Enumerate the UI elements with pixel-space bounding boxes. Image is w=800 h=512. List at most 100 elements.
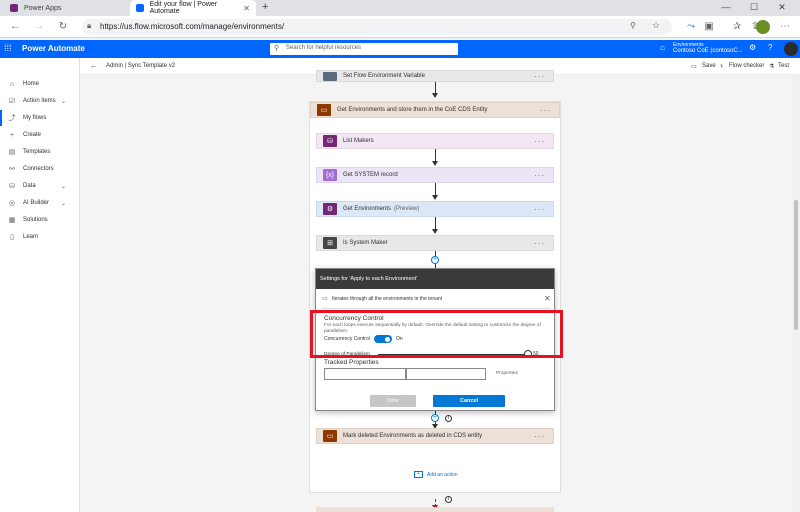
power-apps-favicon-icon xyxy=(10,4,18,12)
variable-braces-icon: {x} xyxy=(323,169,337,181)
database-icon: ⛁ xyxy=(323,135,337,147)
connector-line xyxy=(435,82,436,93)
nav-item-data[interactable]: ⛁ Data ⌄ xyxy=(0,178,80,194)
nav-item-label: Action items xyxy=(23,98,56,104)
nav-item-label: My flows xyxy=(23,115,47,121)
more-options-icon[interactable]: ··· xyxy=(534,171,545,180)
minimize-button[interactable]: — xyxy=(716,2,736,12)
nav-item-label: Learn xyxy=(23,234,39,240)
add-action-button[interactable]: + Add an action xyxy=(414,471,458,478)
nav-item-ai-builder[interactable]: ◎ AI Builder ⌄ xyxy=(0,195,80,211)
nav-item-action-items[interactable]: ☑ Action items ⌄ xyxy=(0,93,80,109)
nav-item-connectors[interactable]: ⚯ Connectors xyxy=(0,161,80,177)
done-button[interactable]: Done xyxy=(370,395,416,407)
info-icon[interactable]: i xyxy=(445,415,452,422)
more-menu-icon[interactable]: ⋯ xyxy=(778,20,792,34)
more-options-icon[interactable]: ··· xyxy=(540,106,551,115)
more-options-icon[interactable]: ··· xyxy=(534,205,545,214)
url-text: https://us.flow.microsoft.com/manage/env… xyxy=(100,22,285,31)
connector-arrow-icon xyxy=(432,229,438,234)
variable-icon xyxy=(323,71,337,81)
step-title: Mark deleted Environments as deleted in … xyxy=(343,433,483,439)
search-input[interactable]: ⚲ Search for helpful resources xyxy=(270,43,458,55)
nav-item-label: Home xyxy=(23,81,40,87)
home-icon: ⌂ xyxy=(9,80,15,88)
connector-arrow-icon xyxy=(432,93,438,98)
nav-item-solutions[interactable]: ▦ Solutions xyxy=(0,212,80,228)
step-card-mark-deleted[interactable]: ▭ Mark deleted Environments as deleted i… xyxy=(316,428,554,444)
environment-picker[interactable]: Contoso CoE (contosoC... xyxy=(673,48,743,54)
settings-title: Settings for 'Apply to each Environment' xyxy=(316,269,554,289)
browser-tab-power-apps[interactable]: Power Apps xyxy=(4,0,124,16)
nav-item-my-flows[interactable]: ⤴ My flows xyxy=(0,110,80,126)
collections-icon[interactable]: ▣ xyxy=(702,20,716,34)
close-window-button[interactable]: ✕ xyxy=(772,2,792,13)
scope-header[interactable]: ▭ Get Environments and store them in the… xyxy=(310,102,560,118)
tab-title: Power Apps xyxy=(24,4,62,12)
add-action-icon: + xyxy=(414,471,423,478)
more-options-icon[interactable]: ··· xyxy=(534,432,545,441)
settings-gear-icon[interactable]: ⚙ xyxy=(749,43,756,52)
back-arrow-icon[interactable]: ← xyxy=(8,20,22,34)
nav-item-label: Templates xyxy=(23,149,51,155)
flow-checker-button[interactable]: Flow checker xyxy=(729,63,764,69)
back-arrow-icon[interactable]: ← xyxy=(90,61,98,70)
more-options-icon[interactable]: ··· xyxy=(534,137,545,146)
nav-item-label: Create xyxy=(23,132,42,138)
extension-icon[interactable]: ⤳ xyxy=(684,20,698,34)
template-icon: ▤ xyxy=(8,149,16,156)
browser-tab-power-automate[interactable]: Edit your flow | Power Automate ✕ xyxy=(130,0,256,16)
step-card-get-system-record[interactable]: {x} Get SYSTEM record ··· xyxy=(316,167,554,183)
profile-avatar[interactable] xyxy=(756,20,770,34)
step-title: Get Environments xyxy=(343,206,392,212)
step-card-set-variable[interactable]: Set Flow Environment Variable ··· xyxy=(316,70,554,82)
plus-icon: + xyxy=(9,131,15,139)
nav-item-templates[interactable]: ▤ Templates xyxy=(0,144,80,160)
help-icon[interactable]: ? xyxy=(768,43,772,52)
tracked-properties-title: Tracked Properties xyxy=(324,359,379,366)
scope-title: Get Environments and store them in the C… xyxy=(337,107,488,113)
browser-tab-strip: Power Apps Edit your flow | Power Automa… xyxy=(0,0,800,16)
address-bar[interactable]: 🔒︎ https://us.flow.microsoft.com/manage/… xyxy=(82,19,672,35)
favorites-icon[interactable]: ✰ xyxy=(730,20,744,34)
scrollbar-thumb[interactable] xyxy=(794,200,798,330)
solutions-icon: ▦ xyxy=(8,217,16,224)
cancel-button[interactable]: Cancel xyxy=(433,395,505,407)
step-card-is-system-maker[interactable]: ⊞ Is System Maker ··· xyxy=(316,235,554,251)
close-tab-icon[interactable]: ✕ xyxy=(243,4,250,13)
nav-item-home[interactable]: ⌂ Home xyxy=(0,76,80,92)
highlight-box xyxy=(310,310,563,358)
info-icon[interactable]: i xyxy=(445,496,452,503)
app-name[interactable]: Power Automate xyxy=(22,44,85,53)
ai-icon: ◎ xyxy=(8,200,16,207)
insert-step-plus-icon[interactable]: + xyxy=(431,256,439,264)
nav-item-create[interactable]: + Create xyxy=(0,127,80,143)
more-options-icon[interactable]: ··· xyxy=(534,239,545,248)
step-card-list-makers[interactable]: ⛁ List Makers ··· xyxy=(316,133,554,149)
user-avatar[interactable] xyxy=(784,42,798,56)
scope-icon: ▭ xyxy=(323,430,337,442)
more-options-icon[interactable]: ··· xyxy=(534,72,545,81)
next-step-card[interactable] xyxy=(316,507,554,512)
new-tab-button[interactable]: + xyxy=(262,1,268,13)
test-button[interactable]: Test xyxy=(778,63,789,69)
tab-title: Edit your flow | Power Automate xyxy=(149,1,218,15)
maximize-button[interactable]: ☐ xyxy=(744,2,764,13)
checklist-icon: ☑ xyxy=(8,98,16,105)
app-launcher-icon[interactable]: ⁞⁞⁞ xyxy=(4,43,12,53)
nav-item-learn[interactable]: ▯ Learn xyxy=(0,229,80,245)
save-icon: ▭ xyxy=(691,64,697,70)
step-card-get-environments[interactable]: ⚙ Get Environments (Preview) ··· xyxy=(316,201,554,217)
forward-arrow-icon[interactable]: → xyxy=(32,20,46,34)
insert-step-plus-icon[interactable]: + xyxy=(431,414,439,422)
tracked-property-key-input[interactable] xyxy=(324,368,406,380)
connector-line xyxy=(435,149,436,161)
close-icon[interactable]: ✕ xyxy=(544,294,551,303)
tracked-property-value-input[interactable] xyxy=(406,368,486,380)
favorite-star-icon[interactable]: ☆ xyxy=(652,20,660,31)
save-button[interactable]: Save xyxy=(702,63,716,69)
zoom-icon[interactable]: ⚲ xyxy=(630,21,636,30)
admin-connector-icon: ⚙ xyxy=(323,203,337,215)
refresh-icon[interactable]: ↻ xyxy=(56,20,70,34)
app-header: ⁞⁞⁞ Power Automate ⚲ Search for helpful … xyxy=(0,40,800,58)
